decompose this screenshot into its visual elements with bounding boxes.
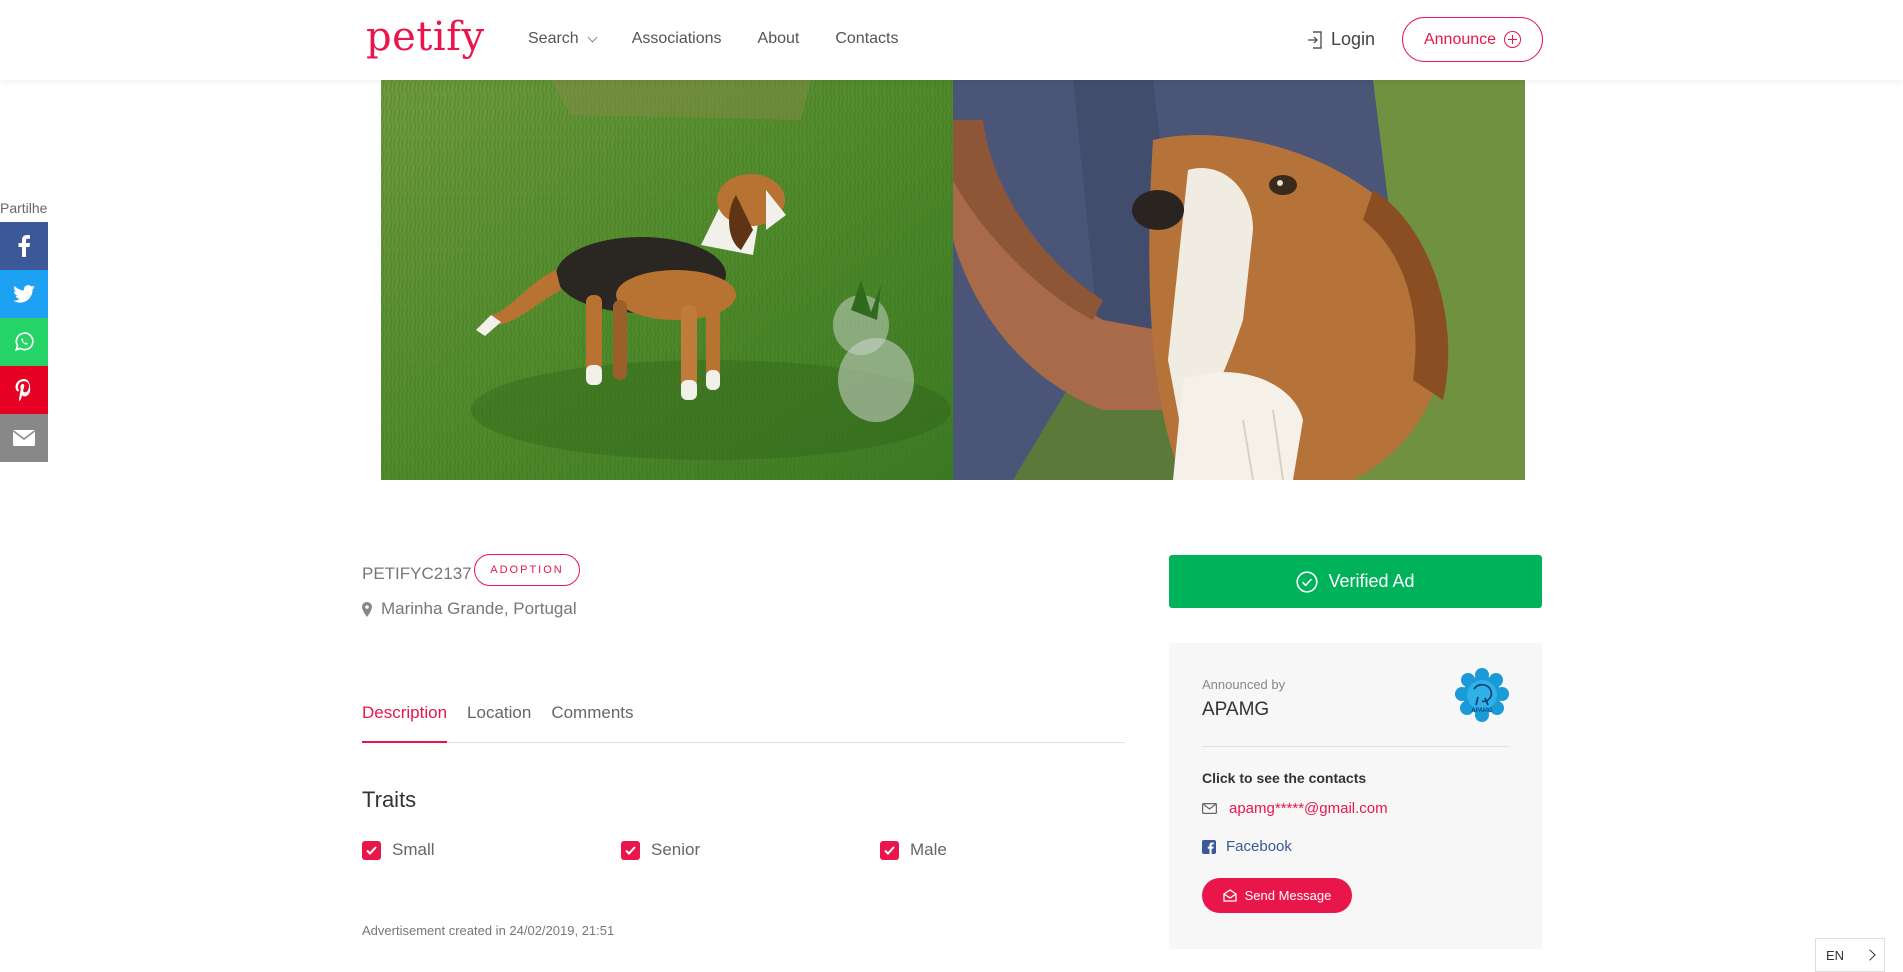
tab-description[interactable]: Description: [362, 700, 448, 743]
chevron-right-icon: [1864, 949, 1876, 961]
announced-by-label: Announced by: [1202, 677, 1286, 692]
nav-associations[interactable]: Associations: [632, 30, 722, 48]
announce-button[interactable]: Announce: [1402, 17, 1543, 62]
check-circle-icon: [1296, 570, 1319, 593]
trait-small: Small: [362, 840, 435, 860]
share-facebook-button[interactable]: [0, 222, 48, 270]
twitter-icon: [13, 285, 35, 303]
announcer-card: Announced by APAMG APAMG Click to see th…: [1169, 643, 1542, 949]
top-navbar: petify Search Associations About Contact…: [0, 0, 1903, 80]
dog-photo-1[interactable]: [381, 80, 953, 480]
whatsapp-icon: [14, 332, 34, 352]
click-to-see-contacts[interactable]: Click to see the contacts: [1202, 770, 1366, 786]
photo-gallery: [381, 80, 1525, 480]
nav-contacts[interactable]: Contacts: [835, 30, 898, 48]
envelope-icon: [13, 430, 35, 446]
email-text: apamg*****@gmail.com: [1229, 800, 1388, 817]
trait-label: Small: [392, 840, 435, 859]
nav-search-label: Search: [528, 30, 579, 47]
announce-label: Announce: [1423, 30, 1497, 48]
adoption-badge: ADOPTION: [474, 554, 580, 586]
checkbox-checked-icon: [621, 840, 640, 860]
trait-label: Male: [910, 840, 947, 859]
nav-search[interactable]: Search: [528, 30, 598, 48]
login-icon: [1308, 30, 1322, 49]
map-pin-icon: [362, 601, 372, 617]
login-button[interactable]: Login: [1307, 29, 1375, 50]
language-selector[interactable]: EN: [1815, 938, 1885, 972]
announcer-email-link[interactable]: apamg*****@gmail.com: [1202, 800, 1388, 817]
beagle-on-grass-image: [381, 80, 953, 480]
announcer-name[interactable]: APAMG: [1202, 699, 1269, 721]
location-text: Marinha Grande, Portugal: [381, 599, 577, 618]
main-nav: Search Associations About Contacts: [528, 30, 898, 48]
share-whatsapp-button[interactable]: [0, 318, 48, 366]
login-label: Login: [1331, 29, 1376, 49]
tab-comments[interactable]: Comments: [551, 700, 633, 743]
ad-tabs: Description Location Comments: [362, 700, 1125, 743]
beagle-closeup-image: [953, 80, 1525, 480]
language-code: EN: [1826, 947, 1845, 963]
tab-location[interactable]: Location: [467, 700, 531, 743]
pinterest-icon: [15, 379, 31, 401]
dog-photo-2[interactable]: [953, 80, 1525, 480]
trait-label: Senior: [651, 840, 701, 859]
facebook-text: Facebook: [1226, 838, 1292, 855]
trait-male: Male: [880, 840, 947, 860]
checkbox-checked-icon: [880, 840, 899, 860]
svg-text:APAMG: APAMG: [1471, 707, 1493, 714]
verified-label: Verified Ad: [1328, 571, 1415, 591]
apamg-logo[interactable]: APAMG: [1454, 667, 1510, 723]
share-pinterest-button[interactable]: [0, 366, 48, 414]
facebook-icon: [18, 235, 30, 257]
ad-created-date: Advertisement created in 24/02/2019, 21:…: [362, 923, 615, 938]
card-divider: [1202, 746, 1509, 747]
ad-id: PETIFYC2137: [362, 564, 472, 583]
nav-about[interactable]: About: [758, 30, 800, 48]
share-email-button[interactable]: [0, 414, 48, 462]
envelope-open-icon: [1222, 889, 1237, 902]
announcer-facebook-link[interactable]: Facebook: [1202, 838, 1292, 855]
share-label: Partilhe: [0, 200, 48, 216]
share-twitter-button[interactable]: [0, 270, 48, 318]
send-message-label: Send Message: [1244, 888, 1332, 903]
chevron-down-icon: [587, 32, 598, 42]
envelope-icon: [1202, 803, 1217, 814]
ad-location: Marinha Grande, Portugal: [362, 599, 577, 619]
send-message-button[interactable]: Send Message: [1202, 878, 1352, 913]
plus-circle-icon: [1504, 31, 1522, 48]
verified-ad-banner: Verified Ad: [1169, 555, 1542, 608]
traits-heading: Traits: [362, 787, 417, 812]
trait-senior: Senior: [621, 840, 700, 860]
petify-logo[interactable]: petify: [366, 14, 485, 60]
checkbox-checked-icon: [362, 840, 381, 860]
facebook-square-icon: [1202, 839, 1216, 854]
